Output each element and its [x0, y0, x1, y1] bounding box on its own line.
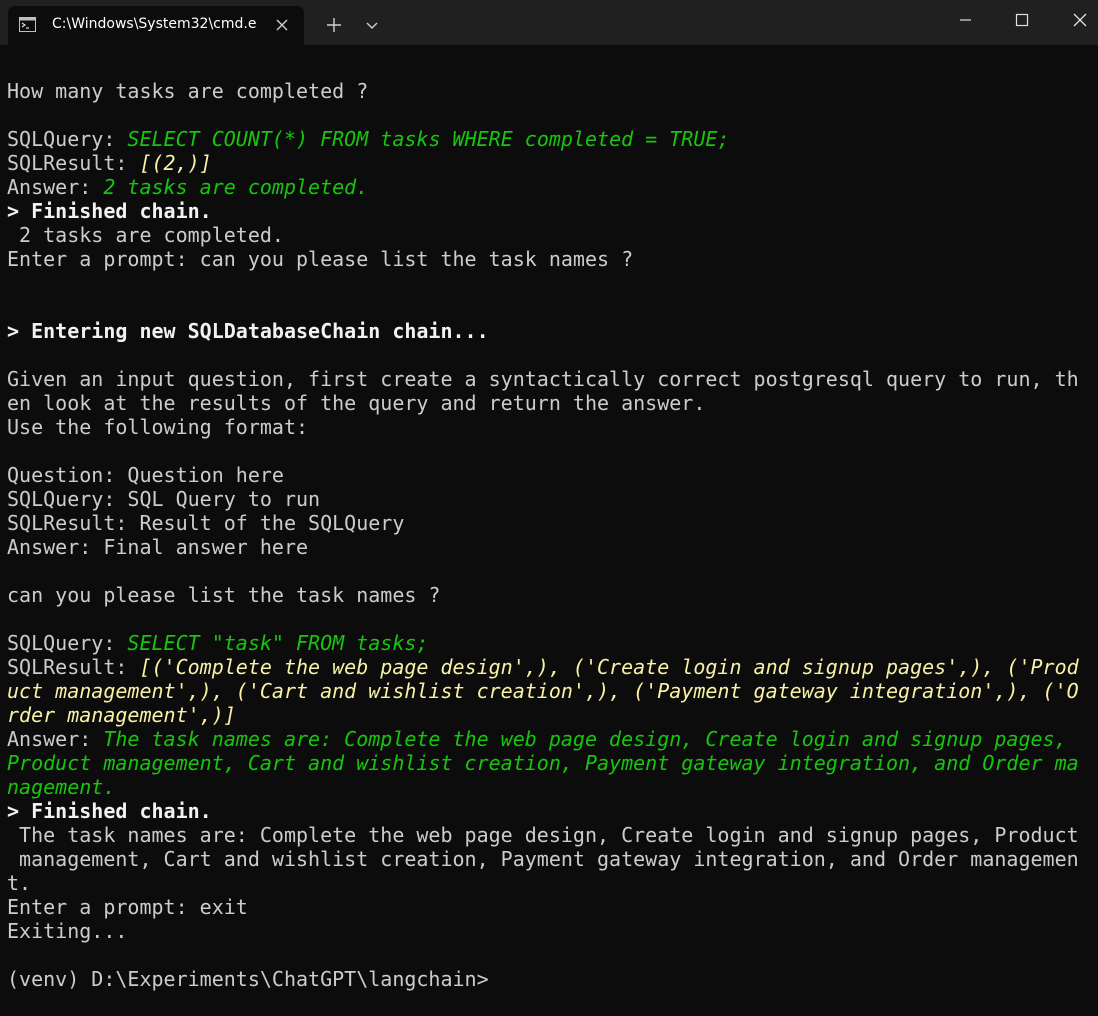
minimize-icon[interactable]	[942, 0, 988, 40]
terminal-line: t.	[7, 871, 31, 895]
tab-cmd[interactable]: C:\Windows\System32\cmd.e	[8, 6, 304, 45]
terminal-line: Answer: Final answer here	[7, 535, 308, 559]
chevron-down-icon[interactable]	[358, 10, 386, 40]
terminal-text: management, Cart and wishlist creation, …	[7, 847, 1079, 871]
terminal-text: SQLQuery:	[7, 631, 128, 655]
terminal-output[interactable]: How many tasks are completed ? SQLQuery: …	[7, 45, 1093, 1016]
terminal-line: Answer: 2 tasks are completed.	[7, 175, 368, 199]
terminal-text: SELECT COUNT(*) FROM tasks WHERE complet…	[127, 127, 730, 151]
terminal-line: > Finished chain.	[7, 799, 212, 823]
terminal-line: Question: Question here	[7, 463, 284, 487]
terminal-text: > Entering new SQLDatabaseChain chain...	[7, 319, 489, 343]
terminal-line: en look at the results of the query and …	[7, 391, 705, 415]
terminal-line: SQLQuery: SELECT COUNT(*) FROM tasks WHE…	[7, 127, 729, 151]
terminal-text: t.	[7, 871, 32, 895]
terminal-text: Enter a prompt: exit	[7, 895, 248, 919]
terminal-text: nagement.	[7, 775, 116, 799]
terminal-text: SQLResult:	[7, 151, 140, 175]
terminal-line: SQLResult: [('Complete the web page desi…	[7, 655, 1079, 679]
terminal-line: Given an input question, first create a …	[7, 367, 1079, 391]
tab-title: C:\Windows\System32\cmd.e	[52, 16, 257, 32]
terminal-text: 2 tasks are completed.	[103, 175, 369, 199]
terminal-text: Use the following format:	[7, 415, 309, 439]
close-icon[interactable]	[274, 17, 290, 33]
cmd-terminal-icon	[19, 17, 36, 32]
terminal-line: > Finished chain.	[7, 199, 212, 223]
terminal-text: [(2,)]	[139, 151, 212, 175]
terminal-text: The task names are: Complete the web pag…	[103, 727, 1067, 751]
terminal-line: SQLResult: [(2,)]	[7, 151, 212, 175]
terminal-text: SQLResult: Result of the SQLQuery	[7, 511, 405, 535]
terminal-line: uct management',), ('Cart and wishlist c…	[7, 679, 1079, 703]
terminal-text: Enter a prompt: can you please list the …	[7, 247, 634, 271]
title-bar: C:\Windows\System32\cmd.e	[0, 0, 1098, 45]
terminal-text: Question: Question here	[7, 463, 284, 487]
terminal-text: can you please list the task names ?	[7, 583, 441, 607]
terminal-text: > Finished chain.	[7, 799, 212, 823]
terminal-text: SQLQuery:	[7, 127, 128, 151]
terminal-text: > Finished chain.	[7, 199, 212, 223]
terminal-line: SQLResult: Result of the SQLQuery	[7, 511, 404, 535]
terminal-line: SQLQuery: SQL Query to run	[7, 487, 320, 511]
terminal-line: can you please list the task names ?	[7, 583, 440, 607]
terminal-text: Answer:	[7, 175, 104, 199]
terminal-line: The task names are: Complete the web pag…	[7, 823, 1079, 847]
terminal-line: Enter a prompt: can you please list the …	[7, 247, 633, 271]
terminal-text: uct management',), ('Cart and wishlist c…	[7, 679, 1079, 703]
terminal-text: Exiting...	[7, 919, 128, 943]
terminal-line: 2 tasks are completed.	[7, 223, 284, 247]
terminal-text: SELECT "task" FROM tasks;	[127, 631, 429, 655]
terminal-text: SQLQuery: SQL Query to run	[7, 487, 321, 511]
terminal-text: [('Complete the web page design',), ('Cr…	[139, 655, 1079, 679]
close-window-icon[interactable]	[1052, 0, 1098, 40]
terminal-text: en look at the results of the query and …	[7, 391, 706, 415]
terminal-text: SQLResult:	[7, 655, 140, 679]
terminal-line: Product management, Cart and wishlist cr…	[7, 751, 1079, 775]
maximize-icon[interactable]	[998, 0, 1044, 40]
terminal-text: rder management',)]	[7, 703, 236, 727]
terminal-line: Exiting...	[7, 919, 127, 943]
terminal-line: nagement.	[7, 775, 115, 799]
terminal-text: Given an input question, first create a …	[7, 367, 1079, 391]
terminal-text: Answer:	[7, 727, 104, 751]
terminal-text: 2 tasks are completed.	[7, 223, 284, 247]
new-tab-button[interactable]	[318, 10, 350, 40]
terminal-line: management, Cart and wishlist creation, …	[7, 847, 1079, 871]
terminal-line: How many tasks are completed ?	[7, 79, 368, 103]
terminal-text: (venv) D:\Experiments\ChatGPT\langchain>	[7, 967, 489, 991]
terminal-line: (venv) D:\Experiments\ChatGPT\langchain>	[7, 967, 489, 991]
terminal-line: Answer: The task names are: Complete the…	[7, 727, 1067, 751]
terminal-text: The task names are: Complete the web pag…	[7, 823, 1079, 847]
terminal-line: SQLQuery: SELECT "task" FROM tasks;	[7, 631, 428, 655]
terminal-text: Product management, Cart and wishlist cr…	[7, 751, 1079, 775]
terminal-text: Answer: Final answer here	[7, 535, 309, 559]
terminal-line: > Entering new SQLDatabaseChain chain...	[7, 319, 489, 343]
terminal-text: How many tasks are completed ?	[7, 79, 369, 103]
terminal-line: Enter a prompt: exit	[7, 895, 248, 919]
terminal-line: rder management',)]	[7, 703, 236, 727]
terminal-line: Use the following format:	[7, 415, 308, 439]
